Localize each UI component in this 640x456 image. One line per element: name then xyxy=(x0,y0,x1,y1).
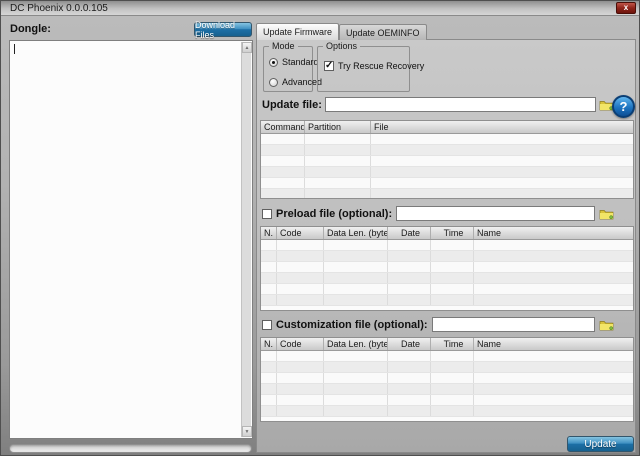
table-row xyxy=(261,384,633,395)
rescue-recovery-label: Try Rescue Recovery xyxy=(338,61,424,71)
column-name[interactable]: Name xyxy=(474,227,633,239)
table-row xyxy=(261,273,633,284)
close-icon: x xyxy=(624,3,628,12)
table-header: Command Partition File xyxy=(261,121,633,134)
column-n[interactable]: N. xyxy=(261,338,277,350)
customization-file-row: Customization file (optional): xyxy=(262,317,614,332)
column-file[interactable]: File xyxy=(371,121,633,133)
download-files-button[interactable]: Download Files xyxy=(194,22,252,37)
vertical-scrollbar[interactable]: ▲ ▼ xyxy=(241,42,251,437)
column-n[interactable]: N. xyxy=(261,227,277,239)
column-name[interactable]: Name xyxy=(474,338,633,350)
progress-bar xyxy=(9,444,252,453)
radio-advanced-icon xyxy=(269,78,278,87)
column-date[interactable]: Date xyxy=(388,227,431,239)
column-data-len[interactable]: Data Len. (bytes) xyxy=(324,338,388,350)
radio-standard-icon xyxy=(269,58,278,67)
column-data-len[interactable]: Data Len. (bytes) xyxy=(324,227,388,239)
preload-file-row: Preload file (optional): xyxy=(262,206,614,221)
table-row xyxy=(261,156,633,167)
table-row xyxy=(261,167,633,178)
close-button[interactable]: x xyxy=(616,2,636,14)
tab-update-oeminfo[interactable]: Update OEMINFO xyxy=(339,24,427,40)
table-header: N. Code Data Len. (bytes) Date Time Name xyxy=(261,227,633,240)
table-row xyxy=(261,362,633,373)
browse-customization-file-button[interactable] xyxy=(599,319,614,331)
tab-bar: Update Firmware Update OEMINFO xyxy=(256,23,427,40)
column-date[interactable]: Date xyxy=(388,338,431,350)
mode-group-title: Mode xyxy=(269,41,298,51)
table-row xyxy=(261,351,633,362)
help-button[interactable]: ? xyxy=(612,95,635,118)
radio-standard[interactable]: Standard xyxy=(269,57,319,67)
table-body xyxy=(261,240,633,310)
radio-advanced[interactable]: Advanced xyxy=(269,77,322,87)
preload-table[interactable]: N. Code Data Len. (bytes) Date Time Name xyxy=(260,226,634,311)
app-window: DC Phoenix 0.0.0.105 x Dongle: Download … xyxy=(0,0,640,456)
rescue-recovery-checkbox-row[interactable]: ✓ Try Rescue Recovery xyxy=(324,61,424,71)
column-partition[interactable]: Partition xyxy=(305,121,371,133)
table-row xyxy=(261,395,633,406)
preload-file-input[interactable] xyxy=(396,206,595,221)
table-body xyxy=(261,351,633,421)
tab-update-firmware[interactable]: Update Firmware xyxy=(256,23,339,40)
browse-preload-file-button[interactable] xyxy=(599,208,614,220)
scroll-up-button[interactable]: ▲ xyxy=(242,42,252,53)
table-row xyxy=(261,373,633,384)
table-row xyxy=(261,178,633,189)
column-time[interactable]: Time xyxy=(431,227,474,239)
table-row xyxy=(261,134,633,145)
preload-file-label: Preload file (optional): xyxy=(276,208,392,220)
folder-icon xyxy=(599,319,614,331)
table-header: N. Code Data Len. (bytes) Date Time Name xyxy=(261,338,633,351)
options-group-title: Options xyxy=(323,41,360,51)
options-group: Options ✓ Try Rescue Recovery xyxy=(317,46,410,92)
table-row xyxy=(261,251,633,262)
arrow-down-icon: ▼ xyxy=(245,429,250,435)
column-time[interactable]: Time xyxy=(431,338,474,350)
text-caret xyxy=(14,44,15,54)
radio-standard-label: Standard xyxy=(282,57,319,67)
folder-icon xyxy=(599,208,614,220)
table-row xyxy=(261,262,633,273)
update-button[interactable]: Update xyxy=(567,436,634,452)
customization-file-input[interactable] xyxy=(432,317,595,332)
table-row xyxy=(261,145,633,156)
update-file-label: Update file: xyxy=(262,99,322,111)
firmware-command-table[interactable]: Command Partition File xyxy=(260,120,634,199)
title-bar[interactable]: DC Phoenix 0.0.0.105 x xyxy=(1,1,639,16)
table-row xyxy=(261,284,633,295)
table-row xyxy=(261,295,633,306)
table-row xyxy=(261,406,633,417)
update-file-row: Update file: xyxy=(262,97,614,112)
mode-group: Mode Standard Advanced xyxy=(263,46,313,92)
checkbox-checked-icon[interactable]: ✓ xyxy=(324,61,334,71)
window-title: DC Phoenix 0.0.0.105 xyxy=(10,3,108,14)
column-command[interactable]: Command xyxy=(261,121,305,133)
arrow-up-icon: ▲ xyxy=(245,45,250,51)
update-file-input[interactable] xyxy=(325,97,596,112)
column-code[interactable]: Code xyxy=(277,227,324,239)
preload-checkbox[interactable] xyxy=(262,209,272,219)
customization-file-label: Customization file (optional): xyxy=(276,319,428,331)
customization-table[interactable]: N. Code Data Len. (bytes) Date Time Name xyxy=(260,337,634,422)
table-row xyxy=(261,189,633,199)
customization-checkbox[interactable] xyxy=(262,320,272,330)
dongle-label: Dongle: xyxy=(10,23,51,35)
scroll-down-button[interactable]: ▼ xyxy=(242,426,252,437)
dongle-log-area[interactable]: ▲ ▼ xyxy=(9,40,253,439)
table-body xyxy=(261,134,633,199)
column-code[interactable]: Code xyxy=(277,338,324,350)
update-firmware-panel: Mode Standard Advanced Options ✓ Try Res… xyxy=(256,39,636,453)
table-row xyxy=(261,240,633,251)
help-icon: ? xyxy=(620,99,628,114)
